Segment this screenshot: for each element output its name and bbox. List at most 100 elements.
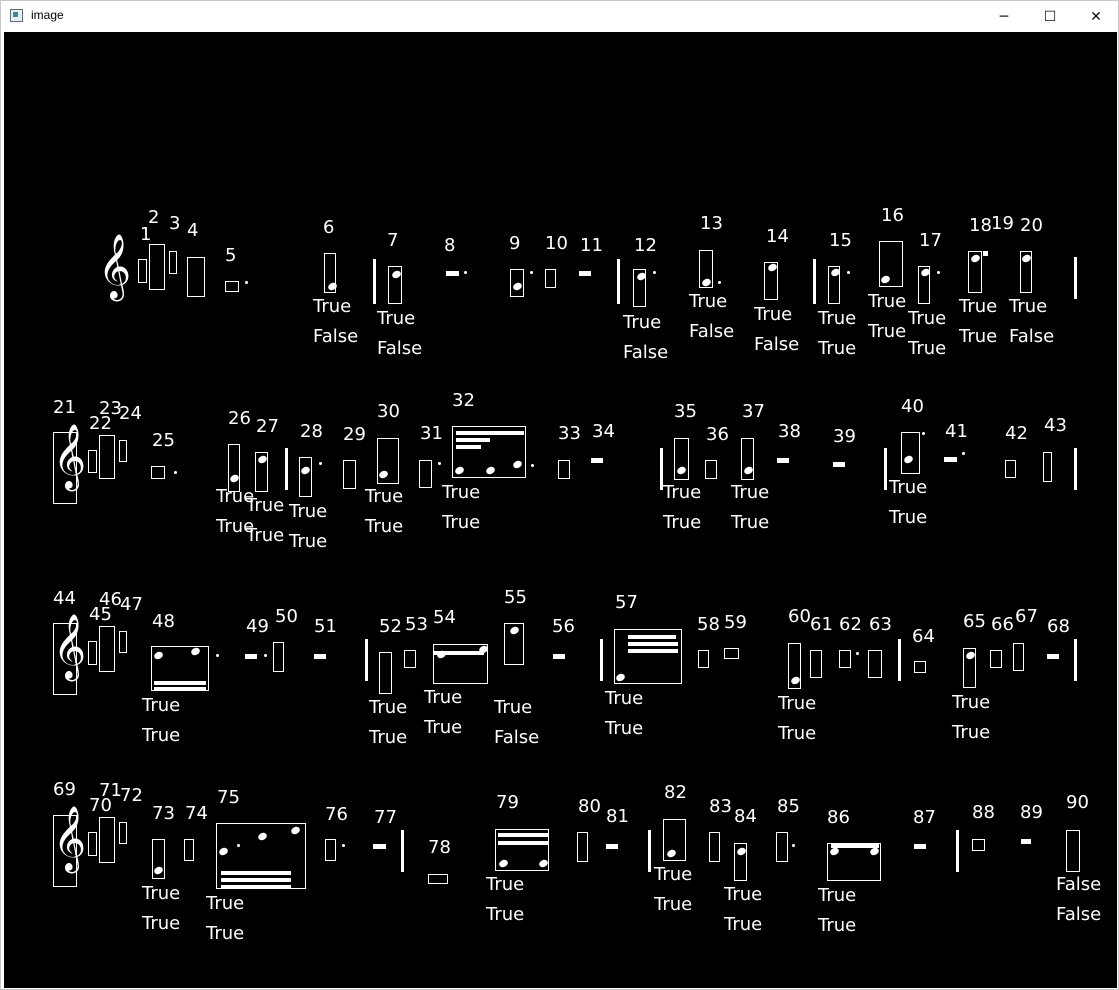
beam-icon [221,878,291,882]
symbol-number-label: 35 [674,401,697,422]
maximize-button[interactable]: ☐ [1027,1,1073,32]
note-bounding-box [545,269,556,288]
detection-result-label: True [754,304,793,325]
detection-result-label: True [424,717,463,738]
beam-icon [456,438,490,442]
note-bounding-box [839,650,851,668]
note-bounding-box [379,652,392,694]
rest-icon [314,654,326,659]
detection-result-label: True [778,723,817,744]
key-signature-box [88,450,97,473]
detection-result-label: True [959,326,998,347]
symbol-number-label: 12 [634,235,657,256]
note-bounding-box [228,444,240,492]
symbol-number-label: 67 [1015,606,1038,627]
rest-icon [914,844,926,849]
symbol-number-label: 78 [428,837,451,858]
detection-result-label: True [1009,296,1048,317]
note-bounding-box [577,832,588,862]
symbol-number-label: 46 [99,589,122,610]
dot-icon [856,652,859,655]
detection-result-label: True [424,687,463,708]
detection-result-label: True [868,321,907,342]
dot-icon [962,452,965,455]
bar-line [813,259,816,304]
bar-line [365,639,368,681]
symbol-number-label: 87 [913,807,936,828]
symbol-number-label: 17 [919,230,942,251]
note-bounding-box [151,466,165,479]
symbol-number-label: 73 [152,803,175,824]
detection-result-label: True [952,722,991,743]
dot-icon [530,271,533,274]
symbol-number-label: 26 [228,408,251,429]
symbol-number-label: 48 [152,611,175,632]
symbol-number-label: 41 [945,421,968,442]
note-bounding-box [184,839,194,861]
symbol-number-label: 50 [275,606,298,627]
detection-result-label: True [246,495,285,516]
title-bar[interactable]: image ─ ☐ ✕ [1,1,1118,32]
key-signature-box [99,435,115,479]
dot-icon [792,844,795,847]
detection-result-label: True [369,697,408,718]
detection-result-label: True [952,692,991,713]
symbol-number-label: 29 [343,424,366,445]
symbol-number-label: 28 [300,421,323,442]
note-bounding-box [698,650,709,668]
bar-line [884,448,887,490]
note-bounding-box [1005,460,1016,478]
dot-icon [464,271,467,274]
note-bounding-box [868,650,882,678]
beam-icon [498,841,548,845]
treble-clef-box [53,623,77,695]
symbol-number-label: 43 [1044,415,1067,436]
symbol-number-label: 6 [323,217,335,238]
note-bounding-box [914,661,926,673]
rest-icon [373,844,386,849]
detection-result-label: True [442,512,481,533]
symbol-number-label: 24 [119,403,142,424]
symbol-number-label: 77 [374,807,397,828]
symbol-number-label: 75 [217,787,240,808]
detection-result-label: True [908,308,947,329]
symbol-number-label: 52 [379,616,402,637]
detection-result-label: True [246,525,285,546]
symbol-number-label: 54 [433,607,456,628]
note-bounding-box [776,832,788,862]
bar-line [285,448,288,490]
key-signature-box [119,631,127,653]
symbol-number-label: 19 [991,213,1014,234]
symbol-number-label: 49 [246,616,269,637]
window-title: image [31,8,64,22]
detection-result-label: True [486,904,525,925]
note-bounding-box [972,839,985,851]
beam-icon [456,445,481,449]
symbol-number-label: 14 [766,226,789,247]
symbol-number-label: 15 [829,230,852,251]
rest-icon [591,458,603,463]
detection-result-label: True [818,915,857,936]
symbol-number-label: 10 [545,233,568,254]
detection-result-label: True [605,718,644,739]
detection-result-label: True [142,695,181,716]
note-bounding-box [1043,452,1052,482]
key-signature-box [99,626,115,672]
rest-icon [777,458,789,463]
detection-result-label: True [623,312,662,333]
detection-result-label: True [724,884,763,905]
detection-result-label: True [313,296,352,317]
key-signature-box [88,832,97,856]
note-bounding-box [709,832,720,862]
detection-result-label: True [442,482,481,503]
symbol-number-label: 85 [777,796,800,817]
detection-result-label: True [289,531,328,552]
detection-result-label: True [486,874,525,895]
detection-result-label: True [818,308,857,329]
symbol-number-label: 74 [185,803,208,824]
detection-result-label: False [313,326,359,347]
detection-result-label: True [377,308,416,329]
rest-icon [446,271,459,276]
close-button[interactable]: ✕ [1073,1,1119,32]
minimize-button[interactable]: ─ [981,1,1027,32]
